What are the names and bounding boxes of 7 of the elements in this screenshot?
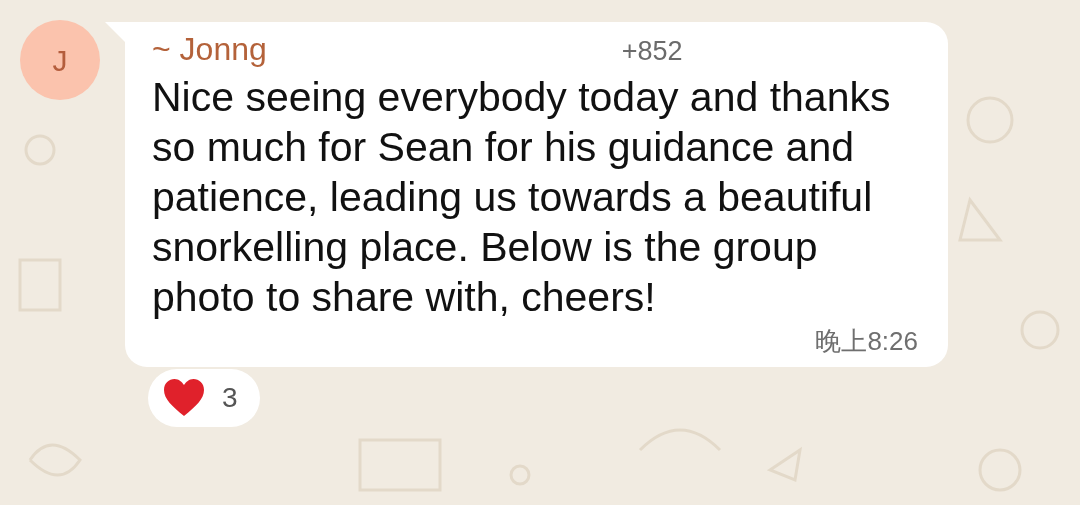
sender-name[interactable]: ~ Jonng [152, 30, 267, 69]
message-time: 晚上8:26 [815, 324, 918, 358]
heart-icon [162, 377, 206, 418]
avatar[interactable]: J [20, 20, 100, 100]
phone-number: +852 [621, 35, 683, 68]
reaction-button[interactable]: 3 [148, 368, 260, 427]
message-text: Nice seeing everybody today and thanks so much for Sean for his guidance and patience, leading us towards a beautiful snorkelling place. Below is the group photo to share with, cheers! [152, 72, 892, 322]
